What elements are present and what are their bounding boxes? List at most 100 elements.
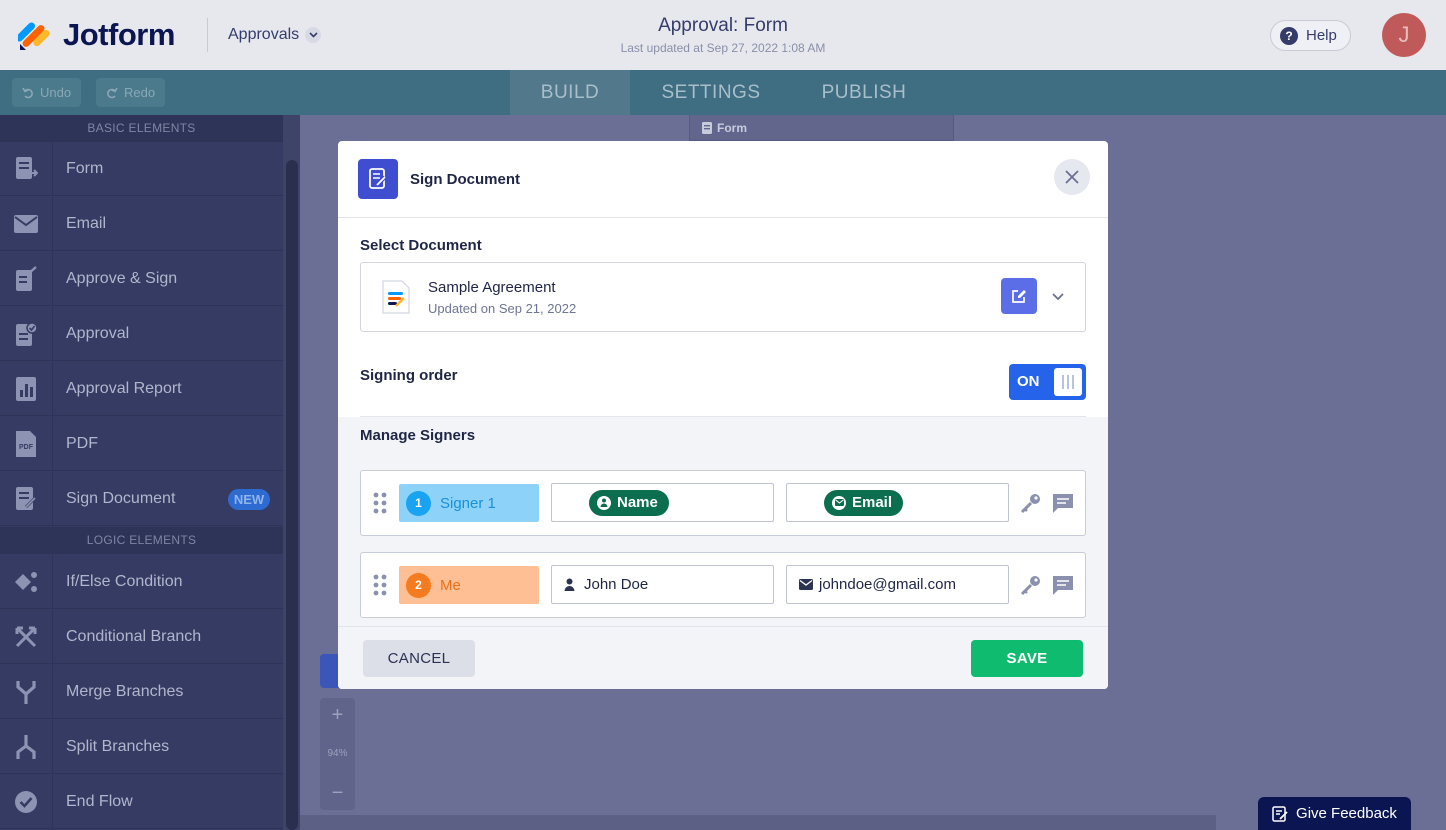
hand-tool-button[interactable]: [320, 654, 340, 688]
drag-handle-icon[interactable]: [373, 574, 387, 596]
message-icon[interactable]: [1052, 574, 1074, 596]
sidebar-scrollbar-thumb[interactable]: [286, 160, 298, 830]
envelope-icon: [0, 196, 53, 251]
edit-document-button[interactable]: [1001, 278, 1037, 314]
message-icon[interactable]: [1052, 492, 1074, 514]
builder-toolbar: Undo Redo BUILD SETTINGS PUBLISH: [0, 70, 1446, 115]
toggle-knob: [1054, 368, 1082, 396]
name-tag-label: Name: [617, 494, 658, 511]
sidebar-item-label: Merge Branches: [66, 682, 184, 700]
select-document-label: Select Document: [360, 237, 482, 254]
feedback-icon: [1272, 805, 1288, 822]
canvas-node-label: Form: [717, 120, 747, 135]
zoom-level: 94%: [327, 748, 348, 759]
document-name: Sample Agreement: [428, 279, 556, 296]
sidebar-item-label: Sign Document: [66, 489, 176, 507]
signer-row: 1 Signer 1 Name Email: [360, 470, 1086, 536]
tab-settings[interactable]: SETTINGS: [642, 70, 780, 115]
tab-publish[interactable]: PUBLISH: [800, 70, 928, 115]
person-icon: [564, 578, 575, 591]
zoom-out-button[interactable]: −: [320, 782, 355, 805]
zoom-in-button[interactable]: +: [320, 704, 355, 727]
sidebar-item-if-else[interactable]: If/Else Condition: [0, 554, 283, 609]
sidebar-item-email[interactable]: Email: [0, 196, 283, 251]
svg-text:PDF: PDF: [19, 444, 34, 451]
sidebar-item-label: Form: [66, 159, 104, 177]
elements-sidebar: BASIC ELEMENTS Form Email Approve & Sign…: [0, 115, 283, 830]
manage-signers-section: Manage Signers 1 Signer 1 Name Email 2 M…: [338, 417, 1108, 626]
give-feedback-button[interactable]: Give Feedback: [1258, 797, 1411, 830]
close-button[interactable]: [1054, 159, 1090, 195]
signer-role-chip[interactable]: 2 Me: [399, 566, 539, 604]
key-icon[interactable]: [1020, 492, 1042, 514]
help-button[interactable]: ? Help: [1270, 20, 1351, 51]
canvas-horizontal-scrollbar[interactable]: [300, 815, 1216, 830]
sidebar-item-sign-document[interactable]: Sign Document NEW: [0, 471, 283, 526]
sidebar-item-approval-report[interactable]: Approval Report: [0, 361, 283, 416]
page-title: Approval: Form: [658, 15, 788, 36]
approve-sign-icon: [0, 251, 53, 306]
redo-button[interactable]: Redo: [96, 78, 166, 107]
signing-order-toggle[interactable]: ON: [1009, 364, 1086, 400]
redo-label: Redo: [124, 85, 156, 100]
signer-email-field[interactable]: Email: [786, 483, 1009, 522]
signer-role-label: Me: [440, 576, 461, 594]
new-badge: NEW: [228, 489, 270, 510]
sidebar-item-form[interactable]: Form: [0, 141, 283, 196]
split-icon: [0, 719, 53, 774]
person-icon: [597, 495, 611, 510]
document-selector[interactable]: Sample Agreement Updated on Sep 21, 2022: [360, 262, 1086, 332]
sidebar-item-approve-sign[interactable]: Approve & Sign: [0, 251, 283, 306]
sidebar-item-conditional-branch[interactable]: Conditional Branch: [0, 609, 283, 664]
form-icon: [0, 141, 53, 196]
sidebar-item-label: Split Branches: [66, 737, 170, 755]
key-icon[interactable]: [1020, 574, 1042, 596]
sidebar-item-label: Approval Report: [66, 379, 182, 397]
drag-handle-icon[interactable]: [373, 492, 387, 514]
signer-email-field[interactable]: johndoe@gmail.com: [786, 565, 1009, 604]
modal-title: Sign Document: [410, 171, 521, 188]
undo-label: Undo: [40, 85, 72, 100]
sidebar-item-merge-branches[interactable]: Merge Branches: [0, 664, 283, 719]
email-tag[interactable]: Email: [824, 489, 904, 516]
merge-icon: [0, 664, 53, 719]
close-icon: [1065, 170, 1079, 184]
sidebar-item-label: PDF: [66, 434, 98, 452]
undo-icon: [22, 87, 33, 98]
section-heading-logic: LOGIC ELEMENTS: [0, 527, 283, 554]
name-tag[interactable]: Name: [589, 489, 669, 516]
chevron-down-icon[interactable]: [1051, 289, 1065, 303]
signer-role-chip[interactable]: 1 Signer 1: [399, 484, 539, 522]
sidebar-item-label: Approve & Sign: [66, 269, 178, 287]
sidebar-item-split-branches[interactable]: Split Branches: [0, 719, 283, 774]
avatar[interactable]: J: [1382, 13, 1426, 57]
sidebar-item-label: Email: [66, 214, 107, 232]
sign-document-modal: Sign Document Select Document Sample Agr…: [338, 141, 1108, 689]
undo-button[interactable]: Undo: [12, 78, 82, 107]
sidebar-item-approval[interactable]: Approval: [0, 306, 283, 361]
redo-icon: [107, 87, 118, 98]
signer-row: 2 Me John Doe johndoe@gmail.com: [360, 552, 1086, 618]
signer-name-field[interactable]: Name: [551, 483, 774, 522]
sidebar-item-label: Approval: [66, 324, 130, 342]
save-button[interactable]: SAVE: [971, 640, 1083, 677]
cancel-button[interactable]: CANCEL: [363, 640, 475, 677]
zoom-controls: + 94% −: [320, 698, 355, 810]
last-updated-text: Last updated at Sep 27, 2022 1:08 AM: [620, 41, 826, 55]
toggle-state-label: ON: [1017, 373, 1040, 390]
canvas-form-node[interactable]: Form: [689, 115, 954, 141]
signing-order-label: Signing order: [360, 367, 458, 384]
app-header: Jotform Approvals Approval: Form Last up…: [0, 0, 1446, 70]
sidebar-item-pdf[interactable]: PDF PDF: [0, 416, 283, 471]
tab-build[interactable]: BUILD: [510, 70, 630, 115]
feedback-label: Give Feedback: [1296, 805, 1397, 822]
section-heading-basic: BASIC ELEMENTS: [0, 115, 283, 142]
sidebar-item-end-flow[interactable]: End Flow: [0, 774, 283, 829]
document-updated: Updated on Sep 21, 2022: [428, 301, 577, 316]
end-flow-icon: [0, 774, 53, 829]
help-label: Help: [1306, 27, 1337, 44]
sign-document-icon: [358, 159, 398, 199]
sign-document-icon: [0, 471, 53, 526]
signer-name-field[interactable]: John Doe: [551, 565, 774, 604]
modal-header: Sign Document: [338, 141, 1108, 218]
